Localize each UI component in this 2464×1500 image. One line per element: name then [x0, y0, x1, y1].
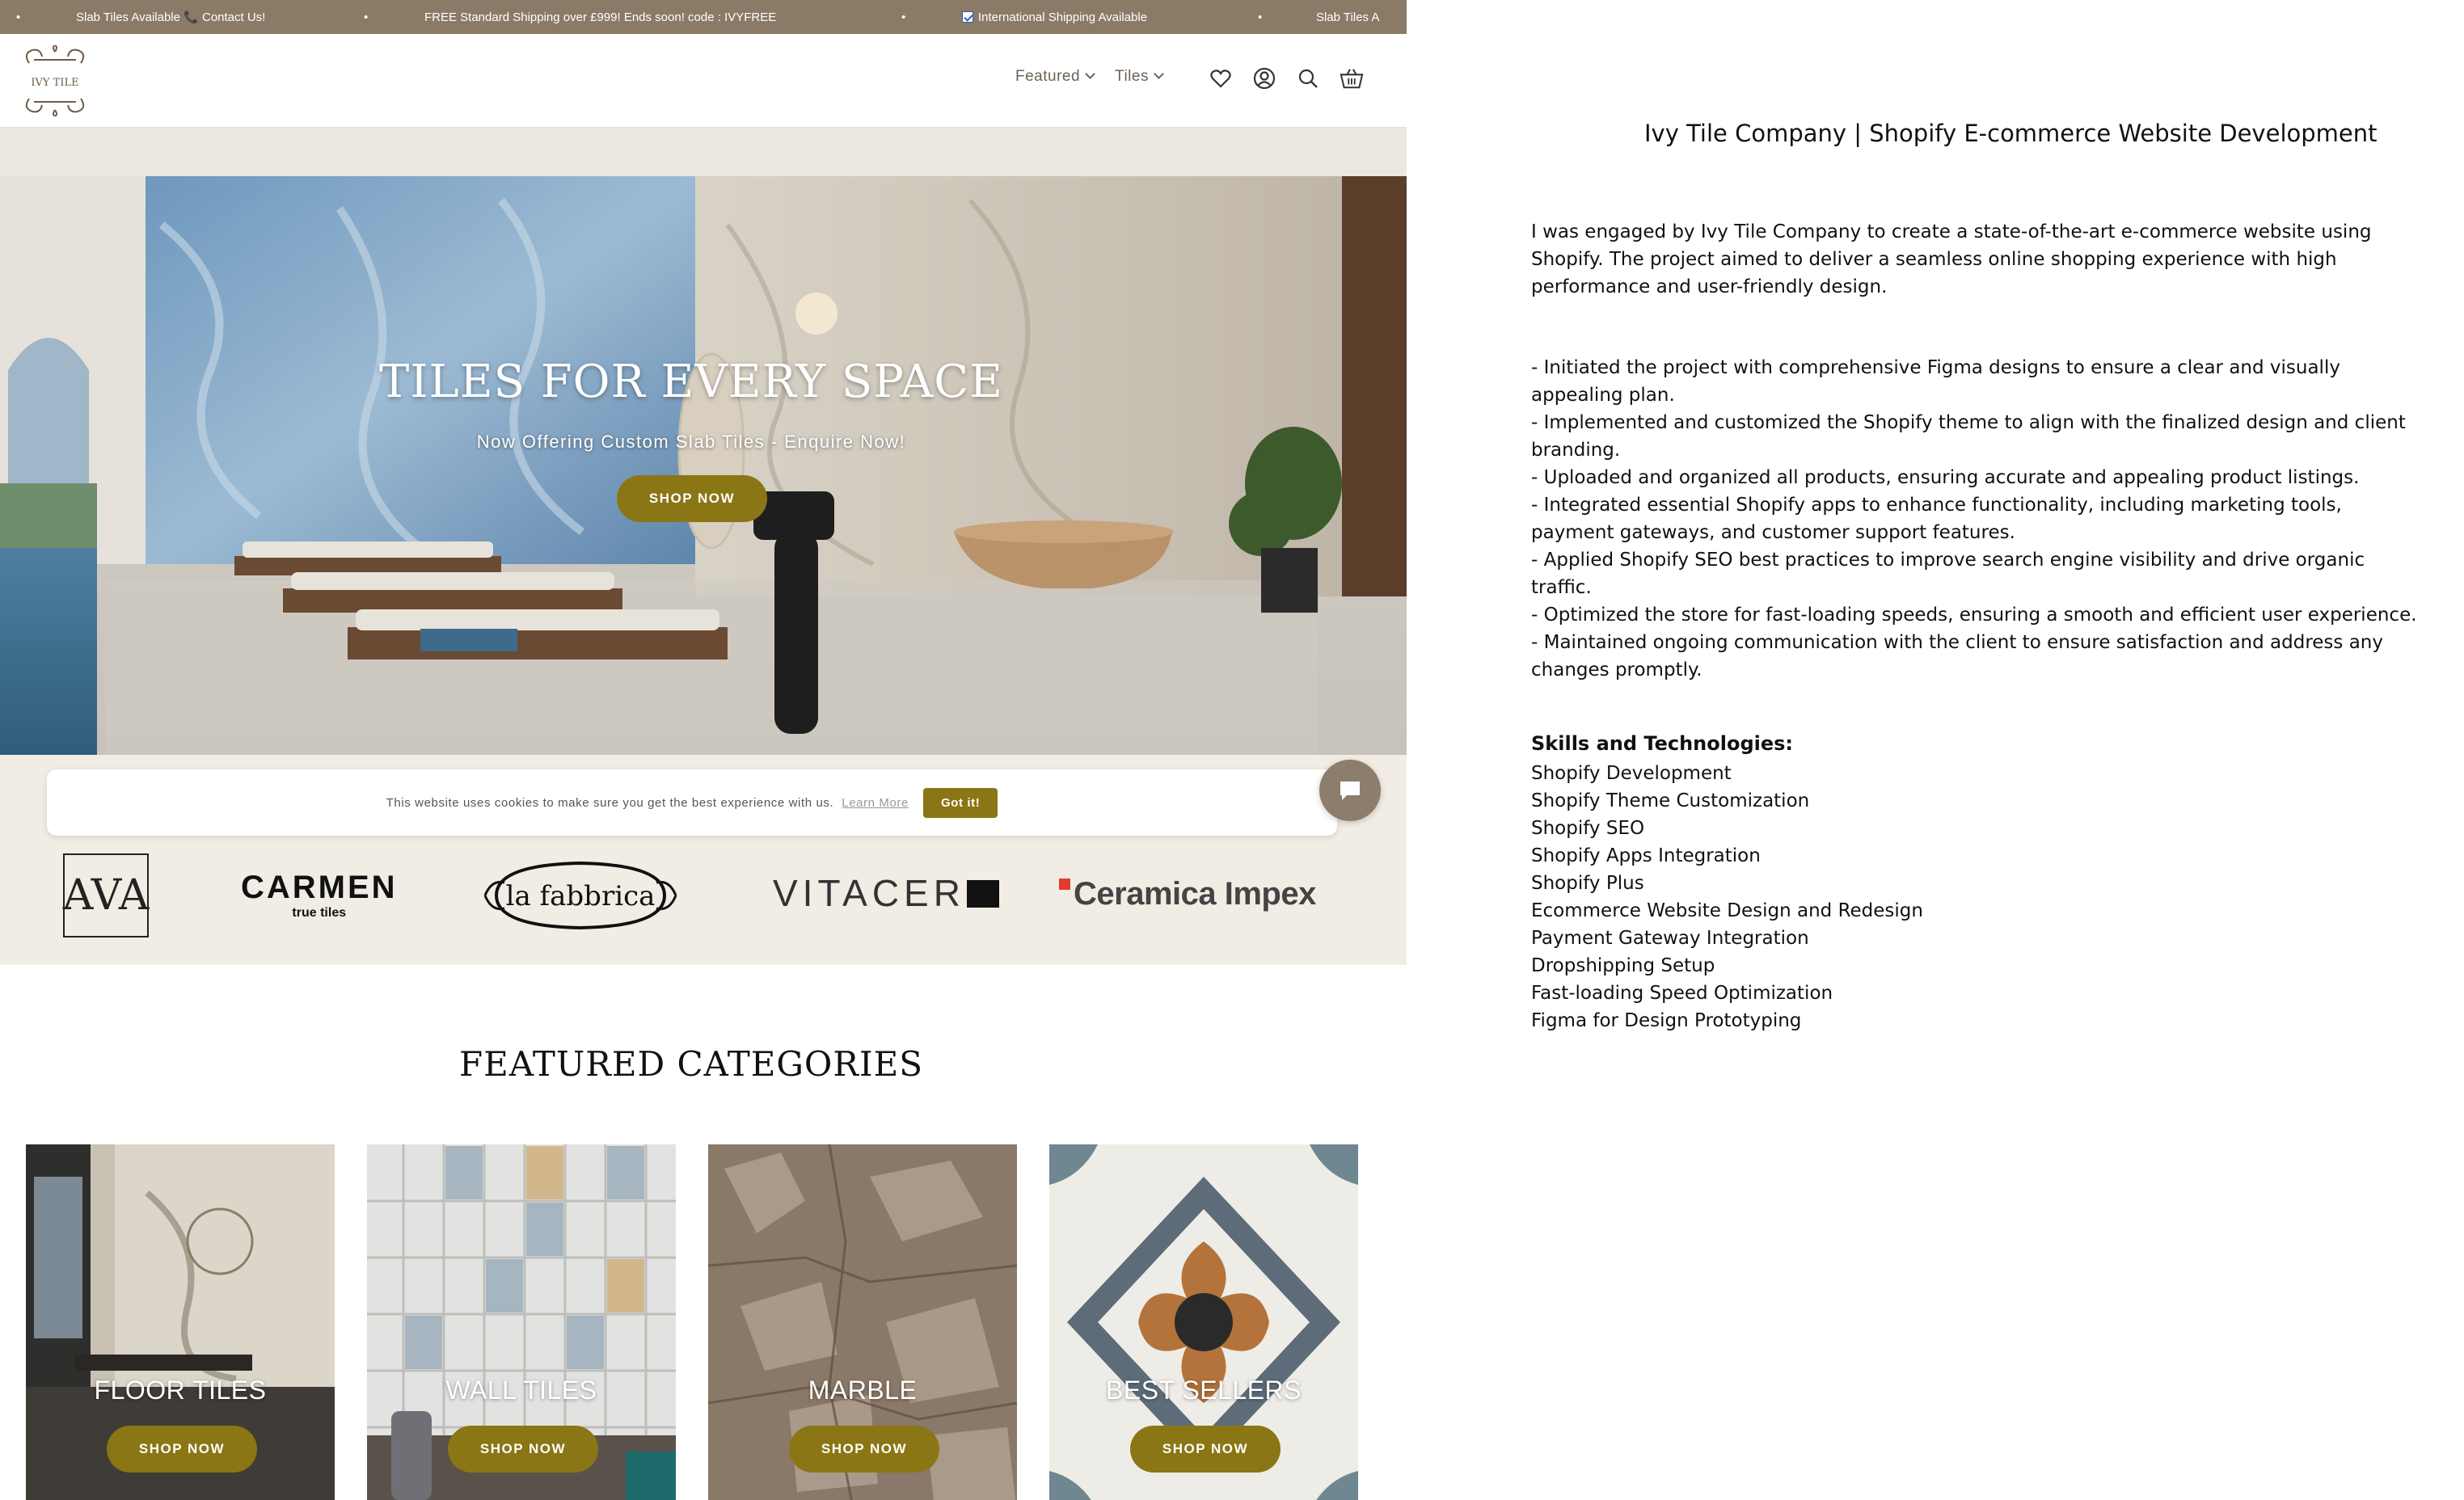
- bullet-item: - Integrated essential Shopify apps to e…: [1531, 495, 2342, 543]
- ceramica-mark-icon: [1059, 879, 1070, 890]
- brand-logo-carmen[interactable]: CARMEN true tiles: [241, 870, 398, 921]
- brand-name: VITACER: [773, 872, 965, 914]
- nav-label: Tiles: [1115, 68, 1149, 85]
- featured-categories-title: FEATURED CATEGORIES: [458, 1044, 924, 1084]
- shop-now-button[interactable]: SHOP NOW: [1130, 1426, 1281, 1473]
- chat-icon: [1340, 782, 1360, 800]
- skill-item: Shopify Development: [1531, 763, 1732, 784]
- skills-list: Shopify Development Shopify Theme Custom…: [1531, 760, 1923, 1034]
- cookie-accept-button[interactable]: Got it!: [922, 787, 998, 818]
- category-label: BEST SELLERS: [1106, 1376, 1302, 1405]
- brand-strip: This website uses cookies to make sure y…: [0, 755, 1407, 965]
- skill-item: Shopify SEO: [1531, 818, 1645, 839]
- skill-item: Fast-loading Speed Optimization: [1531, 983, 1833, 1004]
- heart-icon[interactable]: [1209, 66, 1233, 91]
- chat-button[interactable]: [1319, 760, 1381, 821]
- announcement-bar: • Slab Tiles Available 📞 Contact Us! • F…: [0, 0, 1407, 34]
- category-card-wall-tiles[interactable]: WALL TILES SHOP NOW: [367, 1144, 676, 1500]
- shop-now-button[interactable]: SHOP NOW: [789, 1426, 939, 1473]
- vitacer-mark-icon: [966, 880, 999, 908]
- category-card-best-sellers[interactable]: BEST SELLERS SHOP NOW: [1049, 1144, 1358, 1500]
- account-icon[interactable]: [1252, 66, 1276, 91]
- website-screenshot: • Slab Tiles Available 📞 Contact Us! • F…: [0, 0, 1407, 1500]
- skill-item: Shopify Plus: [1531, 873, 1644, 894]
- separator: •: [901, 10, 906, 24]
- search-icon[interactable]: [1296, 66, 1320, 91]
- checkbox-icon: [962, 11, 973, 23]
- category-label: MARBLE: [808, 1376, 918, 1405]
- brand-name: la fabbrica: [506, 880, 656, 912]
- category-label: WALL TILES: [445, 1376, 597, 1405]
- project-description: Ivy Tile Company | Shopify E-commerce We…: [1531, 0, 2445, 1500]
- separator: •: [364, 10, 369, 24]
- skills-heading: Skills and Technologies:: [1531, 732, 1794, 755]
- skill-item: Dropshipping Setup: [1531, 955, 1715, 976]
- chevron-down-icon: [1085, 69, 1095, 79]
- cookie-banner: This website uses cookies to make sure y…: [47, 769, 1337, 836]
- brand-tagline: true tiles: [292, 906, 347, 920]
- header-icons: [1209, 66, 1364, 91]
- skill-item: Shopify Apps Integration: [1531, 845, 1761, 866]
- skill-item: Shopify Theme Customization: [1531, 790, 1810, 811]
- separator: •: [16, 10, 21, 24]
- site-header: IVY TILE Featured Tiles: [0, 34, 1407, 128]
- brand-name: Ceramica Impex: [1074, 876, 1316, 912]
- skill-item: Figma for Design Prototyping: [1531, 1010, 1802, 1031]
- nav-featured[interactable]: Featured: [1015, 68, 1095, 86]
- category-card-marble[interactable]: MARBLE SHOP NOW: [708, 1144, 1017, 1500]
- bullet-item: - Uploaded and organized all products, e…: [1531, 467, 2360, 488]
- category-cards: FLOOR TILES SHOP NOW WALL TILES SHOP NOW…: [26, 1144, 1384, 1500]
- announcement-text: International Shipping Available: [978, 10, 1148, 24]
- announcement-item[interactable]: FREE Standard Shipping over £999! Ends s…: [424, 11, 776, 24]
- brand-logo-la-fabbrica[interactable]: la fabbrica: [480, 855, 681, 936]
- hero-title: TILES FOR EVERY SPACE: [379, 356, 1003, 408]
- brand-name: CARMEN: [241, 870, 398, 905]
- nav-label: Featured: [1015, 68, 1081, 85]
- brand-logo-vitacer[interactable]: VITACER: [773, 871, 999, 915]
- hero-subtitle[interactable]: Now Offering Custom Slab Tiles - Enquire…: [0, 432, 1382, 453]
- bullet-item: - Applied Shopify SEO best practices to …: [1531, 550, 2365, 598]
- main-nav: Featured Tiles: [1015, 68, 1164, 86]
- category-card-floor-tiles[interactable]: FLOOR TILES SHOP NOW: [26, 1144, 335, 1500]
- category-label: FLOOR TILES: [94, 1376, 267, 1405]
- separator: •: [1258, 10, 1263, 24]
- bullet-item: - Initiated the project with comprehensi…: [1531, 357, 2340, 406]
- brand-logo-ceramica-impex[interactable]: Ceramica Impex: [1059, 876, 1316, 912]
- brand-logos: AVA CARMEN true tiles la fabbrica VITACE…: [0, 853, 1407, 942]
- announcement-item[interactable]: Slab Tiles Available 📞 Contact Us!: [76, 10, 265, 24]
- announcement-item[interactable]: International Shipping Available: [962, 11, 1147, 24]
- bullet-item: - Maintained ongoing communication with …: [1531, 632, 2383, 680]
- cart-icon[interactable]: [1340, 66, 1364, 91]
- bullet-item: - Implemented and customized the Shopify…: [1531, 412, 2406, 461]
- description-intro: I was engaged by Ivy Tile Company to cre…: [1531, 221, 2372, 297]
- skill-item: Ecommerce Website Design and Redesign: [1531, 900, 1923, 921]
- bullet-item: - Optimized the store for fast-loading s…: [1531, 605, 2417, 626]
- logo-text: IVY TILE: [31, 77, 78, 89]
- nav-tiles[interactable]: Tiles: [1115, 68, 1164, 86]
- announcement-item[interactable]: Slab Tiles A: [1316, 11, 1379, 24]
- chevron-down-icon: [1154, 69, 1164, 79]
- hero-banner: TILES FOR EVERY SPACE Now Offering Custo…: [0, 128, 1407, 755]
- logo[interactable]: IVY TILE: [18, 44, 92, 118]
- skill-item: Payment Gateway Integration: [1531, 928, 1809, 949]
- cookie-text: This website uses cookies to make sure y…: [386, 795, 834, 810]
- description-title: Ivy Tile Company | Shopify E-commerce We…: [1644, 120, 2378, 147]
- description-bullets: - Initiated the project with comprehensi…: [1531, 354, 2420, 684]
- learn-more-link[interactable]: Learn More: [842, 796, 909, 810]
- shop-now-button[interactable]: SHOP NOW: [107, 1426, 257, 1473]
- hero-shop-now-button[interactable]: SHOP NOW: [617, 475, 767, 522]
- shop-now-button[interactable]: SHOP NOW: [448, 1426, 598, 1473]
- brand-logo-ava[interactable]: AVA: [63, 853, 149, 938]
